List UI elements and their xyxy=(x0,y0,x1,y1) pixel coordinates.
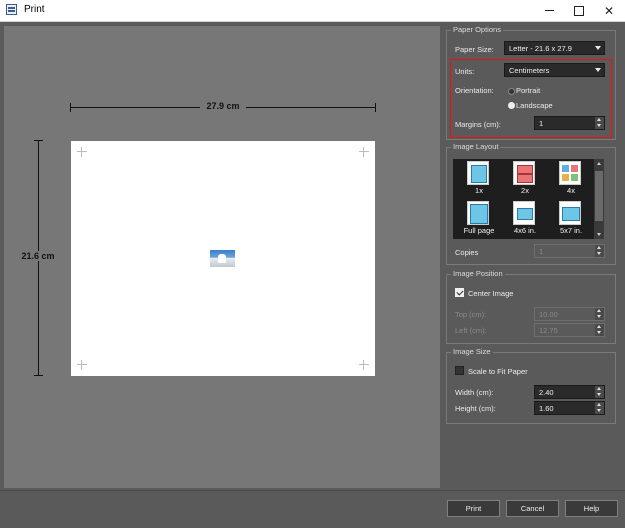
layout-label: 4x xyxy=(567,186,575,195)
scale-to-fit-label[interactable]: Scale to Fit Paper xyxy=(468,367,528,376)
photo-frame-icon xyxy=(517,208,533,220)
stepper-down-icon[interactable] xyxy=(595,392,604,398)
scrollbar-thumb[interactable] xyxy=(595,171,603,221)
stepper-down-icon[interactable] xyxy=(595,330,604,336)
photo-frame-icon xyxy=(562,165,569,172)
width-stepper[interactable]: 2.40 xyxy=(534,385,605,399)
layout-item-2x[interactable]: 2x xyxy=(501,159,549,199)
four-photos-icon xyxy=(559,161,581,185)
image-thumbnail[interactable] xyxy=(210,250,235,267)
full-page-icon xyxy=(467,201,489,225)
photo-frame-icon xyxy=(562,174,569,181)
maximize-button[interactable] xyxy=(564,0,594,21)
print-button[interactable]: Print xyxy=(447,500,500,517)
maximize-icon xyxy=(574,5,584,16)
highlight-box xyxy=(450,59,612,138)
layout-label: 2x xyxy=(521,186,529,195)
stepper-down-icon[interactable] xyxy=(595,251,604,257)
top-label: Top (cm): xyxy=(455,310,487,319)
copies-value: 1 xyxy=(539,247,544,256)
height-dimension-label: 21.6 cm xyxy=(18,251,58,261)
layout-item-1x[interactable]: 1x xyxy=(455,159,503,199)
scale-to-fit-checkbox[interactable] xyxy=(455,366,464,375)
top-stepper[interactable]: 10.00 xyxy=(534,307,605,321)
layout-item-4x[interactable]: 4x xyxy=(547,159,595,199)
height-label: Height (cm): xyxy=(455,404,496,413)
crop-mark-icon xyxy=(77,360,87,370)
layout-label: 5x7 in. xyxy=(559,226,583,235)
paper-size-value: Letter - 21.6 x 27.9 xyxy=(509,44,572,53)
paper-options-title: Paper Options xyxy=(451,25,503,34)
layout-item-full-page[interactable]: Full page xyxy=(455,199,503,239)
photo-frame-icon xyxy=(517,165,533,174)
width-label: Width (cm): xyxy=(455,388,494,397)
image-position-title: Image Position xyxy=(451,269,505,278)
width-dimension-label: 27.9 cm xyxy=(200,101,246,111)
5x7-photo-icon xyxy=(559,201,581,225)
center-image-checkbox[interactable] xyxy=(455,288,464,297)
left-stepper[interactable]: 12.75 xyxy=(534,323,605,337)
left-value: 12.75 xyxy=(539,326,558,335)
image-size-title: Image Size xyxy=(451,347,493,356)
crop-mark-icon xyxy=(77,147,87,157)
close-button[interactable]: ✕ xyxy=(594,0,624,21)
minimize-button[interactable] xyxy=(534,0,564,21)
chevron-down-icon xyxy=(595,46,601,50)
layout-item-4x6[interactable]: 4x6 in. xyxy=(501,199,549,239)
photo-frame-icon xyxy=(571,165,578,172)
crop-mark-icon xyxy=(359,147,369,157)
top-value: 10.00 xyxy=(539,310,558,319)
two-photos-icon xyxy=(513,161,535,185)
photo-frame-icon xyxy=(571,174,578,181)
layout-label: 4x6 in. xyxy=(513,226,537,235)
left-label: Left (cm): xyxy=(455,326,487,335)
width-value: 2.40 xyxy=(539,388,554,397)
window-title: Print xyxy=(24,4,45,15)
minimize-icon xyxy=(544,10,554,11)
layout-label: 1x xyxy=(475,186,483,195)
stepper-down-icon[interactable] xyxy=(595,314,604,320)
crop-mark-icon xyxy=(359,360,369,370)
4x6-photo-icon xyxy=(513,201,535,225)
copies-stepper[interactable]: 1 xyxy=(534,244,605,258)
photo-frame-icon xyxy=(562,207,580,221)
title-bar: Print ✕ xyxy=(0,0,625,22)
help-button[interactable]: Help xyxy=(565,500,618,517)
layout-item-5x7[interactable]: 5x7 in. xyxy=(547,199,595,239)
image-layout-title: Image Layout xyxy=(451,142,501,151)
photo-frame-icon xyxy=(470,204,488,224)
layout-label: Full page xyxy=(463,226,495,235)
photo-frame-icon xyxy=(471,165,487,183)
cancel-button[interactable]: Cancel xyxy=(506,500,559,517)
height-stepper[interactable]: 1.60 xyxy=(534,401,605,415)
layout-scrollbar[interactable] xyxy=(594,159,604,239)
height-value: 1.60 xyxy=(539,404,554,413)
paper-size-label: Paper Size: xyxy=(455,45,494,54)
close-icon: ✕ xyxy=(603,3,615,18)
paper-size-select[interactable]: Letter - 21.6 x 27.9 xyxy=(504,41,605,55)
layout-list: 1x 2x 4x Full page 4x6 in. 5x7 in. xyxy=(453,159,604,239)
copies-label: Copies xyxy=(455,248,479,257)
photo-frame-icon xyxy=(517,174,533,183)
stepper-down-icon[interactable] xyxy=(595,408,604,414)
single-photo-icon xyxy=(467,161,489,185)
print-app-icon xyxy=(6,4,17,15)
center-image-label[interactable]: Center Image xyxy=(468,289,513,298)
